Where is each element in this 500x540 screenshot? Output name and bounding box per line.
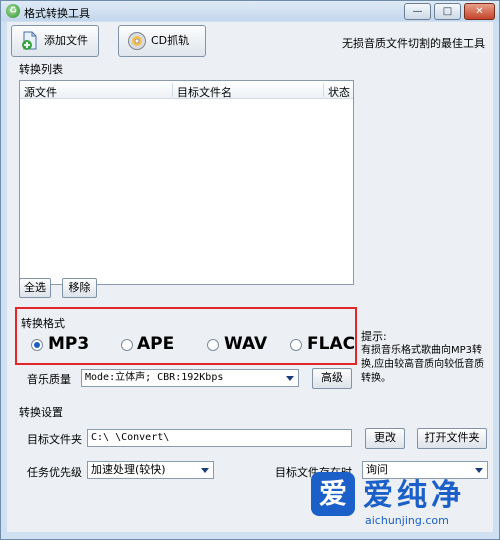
brand-logo-icon: 爱: [311, 472, 355, 516]
radio-mp3-label[interactable]: MP3: [48, 334, 89, 354]
radio-wav-label[interactable]: WAV: [224, 334, 267, 354]
cd-disc-icon: [128, 32, 146, 50]
open-folder-button[interactable]: 打开文件夹: [417, 428, 487, 449]
hint-text: 有损音乐格式歌曲向MP3转换,应由较高音质向较低音质转换。: [361, 345, 485, 384]
column-source-file[interactable]: 源文件: [24, 84, 57, 100]
close-button[interactable]: ✕: [464, 3, 495, 20]
select-all-button[interactable]: 全选: [19, 278, 51, 298]
add-file-button[interactable]: 添加文件: [11, 25, 99, 57]
target-folder-input[interactable]: C:\ \Convert\: [87, 429, 352, 447]
change-folder-button[interactable]: 更改: [365, 428, 405, 449]
window-title: 格式转换工具: [24, 7, 90, 20]
remove-button[interactable]: 移除: [62, 278, 97, 298]
app-logo-icon: ♻: [6, 4, 20, 18]
column-divider: [323, 83, 324, 97]
column-status[interactable]: 状态: [328, 84, 350, 100]
cd-rip-label: CD抓轨: [151, 34, 190, 47]
add-file-label: 添加文件: [44, 34, 88, 47]
radio-mp3[interactable]: [31, 339, 43, 351]
watermark-brand: 爱纯净: [363, 478, 465, 513]
maximize-button[interactable]: □: [434, 3, 461, 20]
conversion-list[interactable]: 源文件 目标文件名 状态: [19, 80, 354, 285]
radio-flac-label[interactable]: FLAC: [307, 334, 355, 354]
conversion-settings-label: 转换设置: [19, 406, 63, 419]
slogan-text: 无损音质文件切割的最佳工具: [342, 37, 485, 50]
priority-select[interactable]: 加速处理(较快): [87, 461, 214, 479]
cd-rip-button[interactable]: CD抓轨: [118, 25, 206, 57]
radio-flac[interactable]: [290, 339, 302, 351]
column-target-file-name[interactable]: 目标文件名: [177, 84, 232, 100]
app-window: ♻ 格式转换工具 — □ ✕ 添加文件 CD抓轨 无损音质文件切割的最佳工具 转…: [0, 0, 500, 540]
chevron-down-icon: [286, 376, 294, 381]
target-folder-value: C:\ \Convert\: [91, 432, 170, 443]
quality-value: Mode:立体声; CBR:192Kbps: [85, 372, 224, 383]
hint-title: 提示:: [361, 330, 387, 343]
target-folder-label: 目标文件夹: [27, 433, 82, 446]
conversion-list-label: 转换列表: [19, 63, 63, 76]
title-bar[interactable]: ♻ 格式转换工具 — □ ✕: [1, 1, 499, 21]
conversion-format-group: 转换格式 MP3 APE WAV FLAC: [15, 307, 357, 365]
watermark-url: aichunjing.com: [365, 514, 449, 527]
radio-ape[interactable]: [121, 339, 133, 351]
priority-label: 任务优先级: [27, 466, 82, 479]
quality-select[interactable]: Mode:立体声; CBR:192Kbps: [81, 369, 299, 387]
radio-wav[interactable]: [207, 339, 219, 351]
priority-value: 加速处理(较快): [91, 463, 166, 476]
radio-ape-label[interactable]: APE: [137, 334, 174, 354]
column-divider: [172, 83, 173, 97]
watermark: 爱 爱纯净 aichunjing.com: [304, 466, 494, 538]
list-header: 源文件 目标文件名 状态: [20, 81, 353, 99]
main-panel: 添加文件 CD抓轨 无损音质文件切割的最佳工具 转换列表 源文件 目标文件名 状…: [7, 22, 493, 532]
chevron-down-icon: [201, 468, 209, 473]
minimize-button[interactable]: —: [404, 3, 431, 20]
add-file-icon: [22, 31, 37, 50]
quality-label: 音乐质量: [27, 373, 71, 386]
advanced-button[interactable]: 高级: [312, 368, 352, 389]
conversion-format-label: 转换格式: [21, 317, 65, 330]
